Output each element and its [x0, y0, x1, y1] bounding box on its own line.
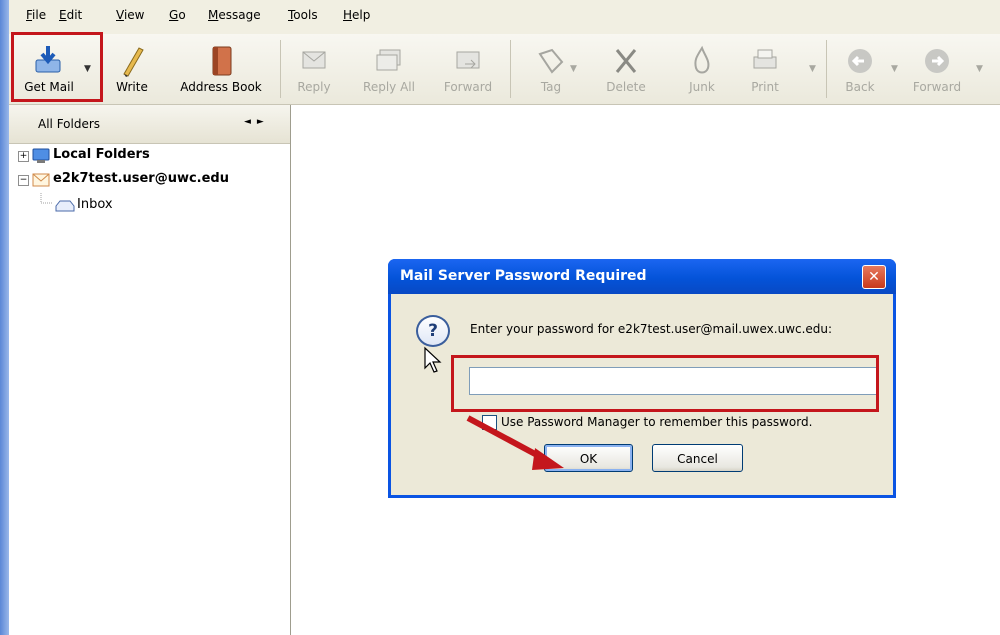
- menu-view[interactable]: View: [116, 8, 144, 22]
- junk-label: Junk: [689, 80, 715, 94]
- menubar: File Edit View Go Message Tools Help: [9, 0, 1000, 34]
- forward-nav-dropdown-icon[interactable]: ▼: [976, 64, 983, 74]
- tree-item-local-folders[interactable]: + Local Folders: [18, 147, 278, 165]
- delete-label: Delete: [606, 80, 646, 94]
- annotation-arrow: [466, 415, 564, 470]
- back-label: Back: [845, 80, 875, 94]
- reply-label: Reply: [297, 80, 331, 94]
- reply-icon: [302, 51, 326, 69]
- dialog-titlebar: Mail Server Password Required ✕: [388, 259, 896, 294]
- expand-plus-icon[interactable]: +: [18, 151, 29, 162]
- folder-pane-title: All Folders: [38, 117, 101, 131]
- folder-pane: All Folders ◄► + Local Folders − e2k7tes…: [9, 105, 291, 635]
- address-book-button[interactable]: Address Book: [169, 34, 273, 104]
- reply-button[interactable]: Reply: [290, 34, 338, 104]
- folder-pane-header: All Folders ◄►: [9, 105, 290, 144]
- delete-button[interactable]: Delete: [601, 34, 651, 104]
- printer-icon: [753, 49, 777, 69]
- delete-icon: [615, 49, 637, 73]
- tree-item-label: Inbox: [77, 197, 113, 212]
- mail-account-envelope-icon: [32, 173, 50, 187]
- print-button[interactable]: Print: [743, 34, 787, 104]
- back-dropdown-icon[interactable]: ▼: [891, 64, 898, 74]
- tag-label: Tag: [540, 80, 562, 94]
- menu-edit[interactable]: Edit: [59, 8, 82, 22]
- tree-item-label: Local Folders: [53, 147, 150, 162]
- local-folders-computer-icon: [32, 148, 50, 163]
- junk-flame-icon: [694, 45, 710, 74]
- write-button[interactable]: Write: [107, 34, 157, 104]
- print-dropdown-icon[interactable]: ▼: [809, 64, 816, 74]
- inbox-tray-icon: [55, 200, 75, 212]
- junk-button[interactable]: Junk: [682, 34, 722, 104]
- menu-go[interactable]: Go: [169, 8, 186, 22]
- pencil-icon: [123, 47, 144, 77]
- address-book-label: Address Book: [180, 80, 262, 94]
- toolbar-separator: [510, 40, 511, 98]
- toolbar-separator: [280, 40, 281, 98]
- back-button[interactable]: Back: [837, 34, 883, 104]
- tree-item-label: e2k7test.user@uwc.edu: [53, 171, 229, 186]
- tree-item-account[interactable]: − e2k7test.user@uwc.edu: [18, 171, 293, 189]
- menu-help[interactable]: Help: [343, 8, 370, 22]
- forward-button[interactable]: Forward: [435, 34, 501, 104]
- tree-item-inbox[interactable]: Inbox: [40, 193, 163, 215]
- dialog-title: Mail Server Password Required: [400, 268, 647, 284]
- menu-tools[interactable]: Tools: [288, 8, 318, 22]
- collapse-minus-icon[interactable]: −: [18, 175, 29, 186]
- tag-button[interactable]: Tag: [529, 34, 573, 104]
- menu-file[interactable]: File: [26, 8, 46, 22]
- cancel-button[interactable]: Cancel: [652, 444, 743, 472]
- reply-all-icon: [376, 49, 401, 71]
- window-left-edge: [0, 0, 9, 635]
- back-arrow-icon: [848, 49, 872, 73]
- forward-label: Forward: [443, 80, 493, 94]
- close-icon[interactable]: ✕: [862, 265, 886, 289]
- tag-icon: [538, 48, 564, 74]
- tree-connector-line: [40, 193, 52, 204]
- question-icon: ?: [416, 315, 450, 347]
- password-prompt: Enter your password for e2k7test.user@ma…: [470, 322, 833, 336]
- toolbar: Get Mail ▼ Write Address Book Reply Repl…: [9, 34, 1000, 105]
- forward-nav-label: Forward: [912, 80, 962, 94]
- mouse-cursor-icon: [424, 346, 442, 373]
- tag-dropdown-icon[interactable]: ▼: [570, 64, 577, 74]
- write-label: Write: [116, 80, 148, 94]
- toolbar-separator: [826, 40, 827, 98]
- forward-arrow-icon: [925, 49, 949, 73]
- forward-nav-button[interactable]: Forward: [902, 34, 972, 104]
- print-label: Print: [751, 80, 779, 94]
- menu-message[interactable]: Message: [208, 8, 261, 22]
- folder-view-arrows-icon[interactable]: ◄►: [244, 117, 270, 127]
- reply-all-label: Reply All: [363, 80, 415, 94]
- address-book-icon: [212, 46, 232, 76]
- forward-mail-icon: [456, 51, 480, 69]
- get-mail-highlight-box: [11, 32, 103, 102]
- reply-all-button[interactable]: Reply All: [355, 34, 423, 104]
